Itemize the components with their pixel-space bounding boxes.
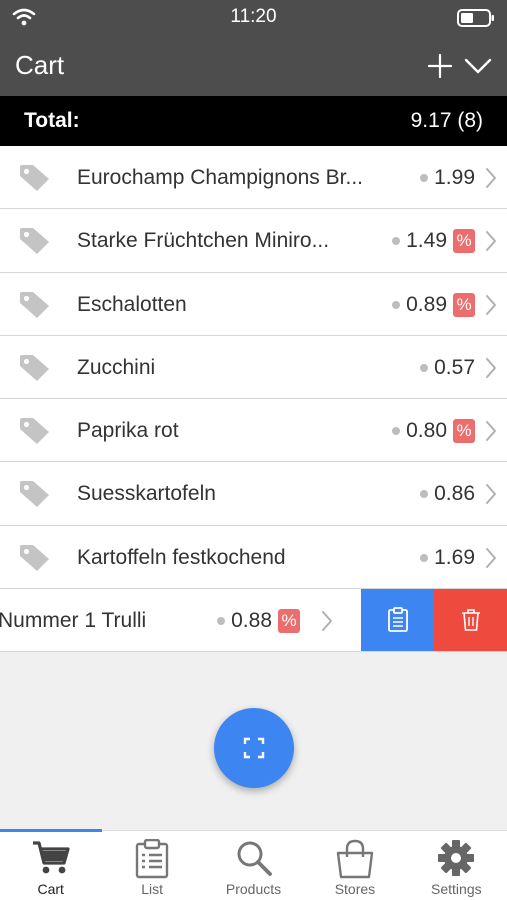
discount-badge: % — [453, 229, 475, 254]
scan-button[interactable] — [214, 708, 294, 788]
tab-stores-label: Stores — [334, 881, 376, 897]
scan-icon — [243, 737, 265, 759]
list-item[interactable]: Starke Früchtchen Miniro... 1.49% — [0, 209, 507, 273]
clipboard-list-icon — [135, 839, 169, 879]
status-time: 11:20 — [230, 6, 277, 27]
price-tag-icon — [20, 418, 49, 445]
trash-icon — [461, 609, 480, 632]
discount-badge: % — [278, 609, 300, 634]
tab-cart[interactable]: Cart — [0, 831, 101, 900]
shopping-bag-icon — [336, 839, 374, 879]
status-dot — [420, 490, 429, 499]
chevron-right-icon — [486, 547, 496, 568]
list-item[interactable]: Eschalotten 0.89% — [0, 272, 507, 336]
tab-settings-label: Settings — [431, 881, 482, 897]
price-tag-icon — [20, 165, 49, 191]
cart-list: Eurochamp Champignons Br... 1.99 Starke Fr… — [0, 146, 507, 653]
cart-icon — [32, 841, 70, 874]
chevron-right-icon — [486, 421, 496, 442]
tab-cart-label: Cart — [37, 881, 64, 897]
item-name: Eschalotten — [77, 292, 187, 316]
item-price-group: 0.86 — [420, 480, 475, 508]
item-price: 1.49 — [406, 229, 447, 253]
status-dot — [392, 237, 401, 246]
gear-icon — [438, 840, 475, 876]
price-tag-icon — [20, 481, 49, 508]
tab-stores[interactable]: Stores — [304, 831, 405, 900]
status-dot — [420, 174, 429, 182]
item-price-group: 0.80% — [392, 417, 475, 445]
page-title: Cart — [15, 50, 65, 80]
item-price-group: 1.99 — [420, 164, 475, 192]
item-name: Eurochamp Champignons Br... — [77, 166, 363, 189]
plus-icon[interactable] — [426, 52, 454, 80]
discount-badge: % — [453, 419, 475, 444]
item-price: 0.89 — [406, 292, 447, 316]
item-name: Nummer 1 Trulli — [0, 609, 147, 633]
item-price-group: 1.69 — [420, 544, 475, 572]
item-price-group: 0.89% — [392, 291, 475, 319]
delete-action-button[interactable] — [434, 589, 507, 652]
list-item[interactable]: Suesskartofeln 0.86 — [0, 462, 507, 526]
status-dot — [420, 553, 429, 562]
clipboard-icon — [387, 607, 408, 633]
nav-bar: Cart — [0, 36, 507, 96]
status-dot — [420, 363, 429, 372]
total-value: 9.17 (8) — [410, 109, 483, 132]
chevron-right-icon — [486, 168, 496, 188]
tab-products-label: Products — [225, 881, 282, 897]
note-action-button[interactable] — [361, 589, 434, 652]
total-bar: Total: 9.17 (8) — [0, 96, 507, 146]
discount-badge: % — [453, 292, 475, 317]
chevron-right-icon — [486, 231, 496, 252]
item-price-group: 0.88% — [217, 607, 300, 635]
chevron-right-icon — [486, 294, 496, 315]
tab-bar: Cart List Products Stores Settings — [0, 829, 507, 900]
item-name: Zucchini — [77, 355, 156, 379]
item-price-group: 0.57 — [420, 354, 475, 382]
list-item[interactable]: Zucchini 0.57 — [0, 335, 507, 400]
tab-settings[interactable]: Settings — [406, 831, 507, 900]
item-name: Starke Früchtchen Miniro... — [77, 229, 330, 253]
tab-list-label: List — [141, 881, 163, 897]
item-price: 0.88 — [231, 609, 272, 633]
item-price: 0.86 — [434, 482, 475, 506]
price-tag-icon — [20, 291, 49, 318]
list-item[interactable]: Kartoffeln festkochend 1.69 — [0, 525, 507, 590]
status-bar: 11:20 — [0, 0, 507, 36]
battery-icon — [457, 9, 494, 27]
item-price: 0.80 — [406, 419, 447, 443]
item-price: 1.99 — [434, 166, 475, 189]
item-price: 0.57 — [434, 355, 475, 379]
price-tag-icon — [20, 544, 49, 571]
chevron-down-icon[interactable] — [463, 52, 493, 80]
status-dot — [392, 427, 401, 436]
chevron-right-icon — [322, 611, 332, 632]
chevron-right-icon — [486, 357, 496, 378]
swiped-list-item[interactable]: Nummer 1 Trulli 0.88% — [0, 589, 507, 653]
chevron-right-icon — [486, 484, 496, 505]
price-tag-icon — [20, 228, 49, 255]
search-icon — [237, 841, 272, 876]
item-price: 1.69 — [434, 545, 475, 569]
item-name: Paprika rot — [77, 419, 179, 443]
list-item[interactable]: Eurochamp Champignons Br... 1.99 — [0, 146, 507, 210]
status-dot — [392, 300, 401, 309]
price-tag-icon — [20, 354, 49, 381]
tab-list[interactable]: List — [101, 831, 202, 900]
item-name: Kartoffeln festkochend — [77, 545, 286, 569]
list-item[interactable]: Paprika rot 0.80% — [0, 399, 507, 463]
item-price-group: 1.49% — [392, 227, 475, 255]
tab-products[interactable]: Products — [203, 831, 304, 900]
status-dot — [217, 617, 226, 626]
item-name: Suesskartofeln — [77, 482, 216, 506]
total-label: Total: — [24, 109, 80, 132]
